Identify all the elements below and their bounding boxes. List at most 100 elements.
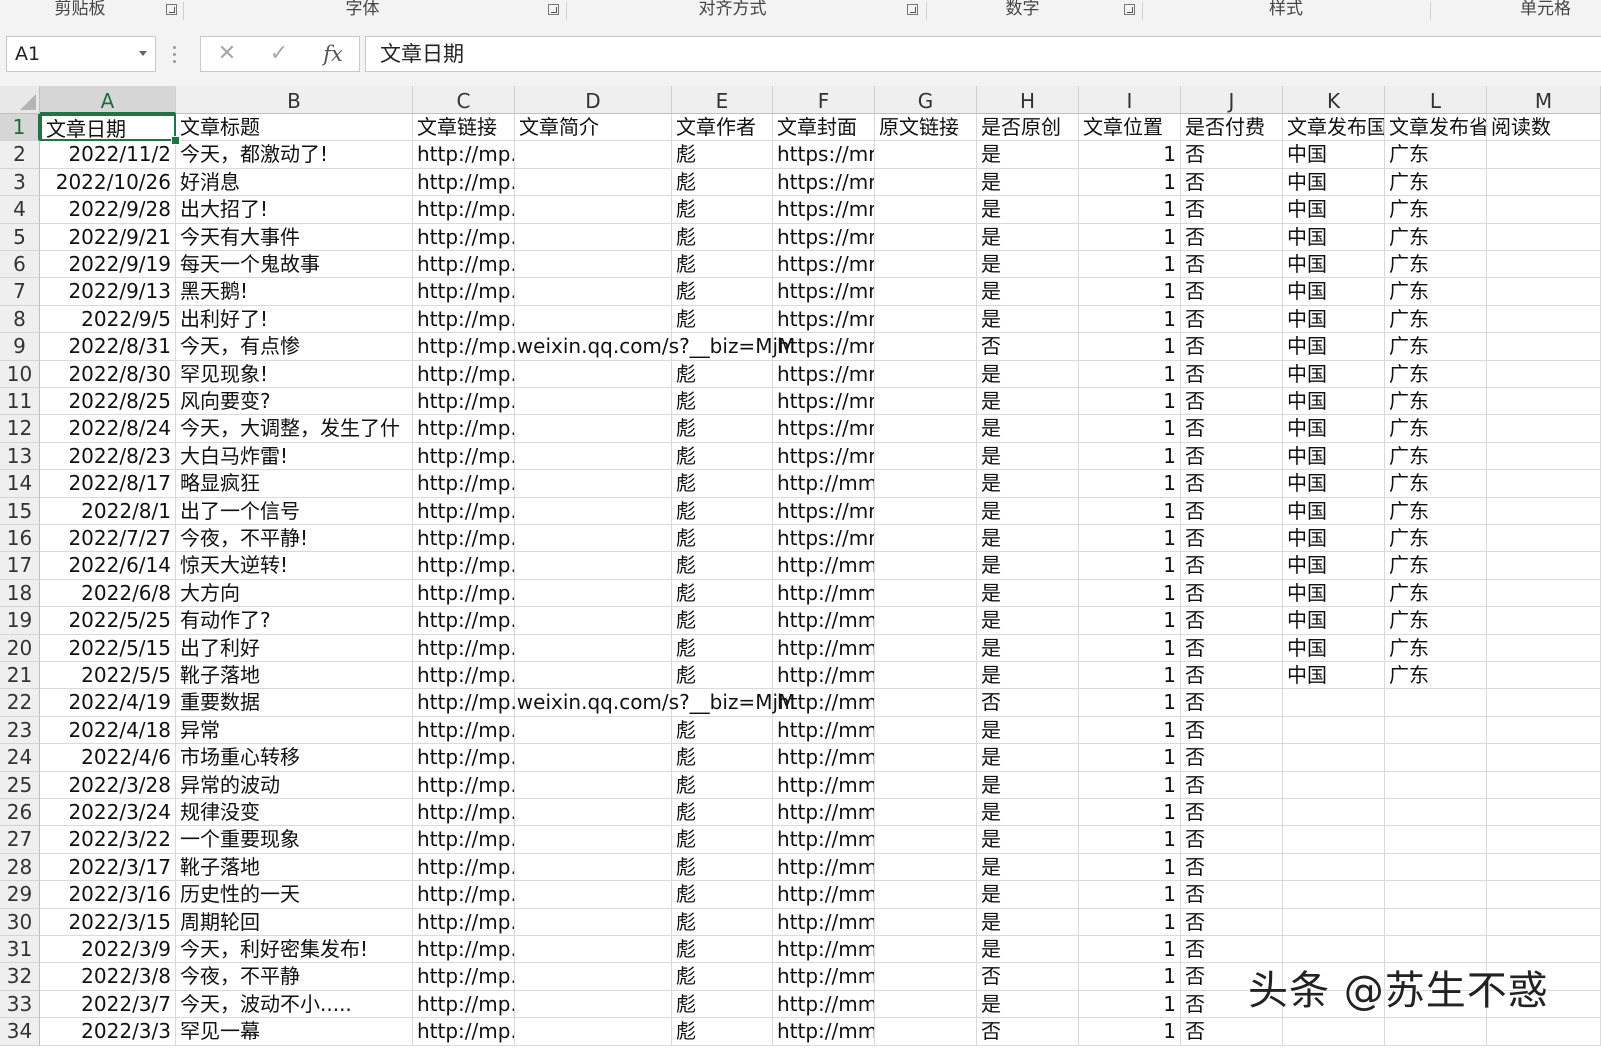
cell-b5[interactable]: 今天有大事件: [176, 223, 413, 251]
row-header-12[interactable]: 12: [0, 415, 40, 443]
cell-e29[interactable]: 彪: [672, 881, 773, 909]
cell-l21[interactable]: 广东: [1385, 662, 1487, 690]
cell-h2[interactable]: 是: [977, 141, 1079, 169]
cell-i5[interactable]: 1: [1079, 223, 1181, 251]
cell-a8[interactable]: 2022/9/5: [40, 305, 176, 334]
cell-b21[interactable]: 靴子落地: [176, 662, 413, 690]
cell-b22[interactable]: 重要数据: [176, 689, 413, 717]
cell-f33[interactable]: http://mmbiz.qpic.cn/: [773, 990, 875, 1019]
cell-i13[interactable]: 1: [1079, 442, 1181, 471]
cell-d19[interactable]: [515, 607, 672, 635]
cell-h23[interactable]: 是: [977, 716, 1079, 745]
cell-f18[interactable]: http://mmbiz.qpic.cn/: [773, 579, 875, 608]
cell-g12[interactable]: [875, 415, 977, 443]
cell-l26[interactable]: [1385, 799, 1487, 827]
formula-input[interactable]: 文章日期: [365, 36, 1601, 72]
cell-f29[interactable]: http://mmbiz.qpic.cn/: [773, 881, 875, 909]
cell-h28[interactable]: 是: [977, 853, 1079, 882]
cell-a19[interactable]: 2022/5/25: [40, 607, 176, 635]
cell-k23[interactable]: [1283, 716, 1385, 745]
cell-h11[interactable]: 是: [977, 388, 1079, 416]
row-header-20[interactable]: 20: [0, 634, 40, 662]
cell-h17[interactable]: 是: [977, 552, 1079, 580]
cell-b11[interactable]: 风向要变?: [176, 388, 413, 416]
cell-h24[interactable]: 是: [977, 744, 1079, 772]
cell-b6[interactable]: 每天一个鬼故事: [176, 251, 413, 279]
cell-g5[interactable]: [875, 223, 977, 251]
cell-j14[interactable]: 否: [1181, 470, 1283, 498]
cell-h6[interactable]: 是: [977, 251, 1079, 279]
fill-handle[interactable]: [171, 136, 180, 146]
cell-b23[interactable]: 异常: [176, 716, 413, 745]
cell-g14[interactable]: [875, 470, 977, 498]
cell-a32[interactable]: 2022/3/8: [40, 963, 176, 991]
cell-i23[interactable]: 1: [1079, 716, 1181, 745]
cell-e26[interactable]: 彪: [672, 799, 773, 827]
cell-i19[interactable]: 1: [1079, 607, 1181, 635]
cell-f27[interactable]: http://mmbiz.qpic.cn/: [773, 826, 875, 854]
row-header-34[interactable]: 34: [0, 1018, 40, 1046]
cell-l7[interactable]: 广东: [1385, 278, 1487, 306]
cell-b9[interactable]: 今天，有点惨: [176, 333, 413, 361]
cell-k13[interactable]: 中国: [1283, 442, 1385, 471]
cell-a26[interactable]: 2022/3/24: [40, 799, 176, 827]
cell-e1[interactable]: 文章作者: [672, 114, 773, 142]
cell-d23[interactable]: [515, 716, 672, 745]
cell-l9[interactable]: 广东: [1385, 333, 1487, 361]
cell-j34[interactable]: 否: [1181, 1018, 1283, 1046]
cell-c32[interactable]: http://mp.weixin.qq.com/s?: [413, 963, 515, 991]
cell-i7[interactable]: 1: [1079, 278, 1181, 306]
cell-i16[interactable]: 1: [1079, 525, 1181, 553]
cell-i30[interactable]: 1: [1079, 908, 1181, 936]
cell-j5[interactable]: 否: [1181, 223, 1283, 251]
cell-j12[interactable]: 否: [1181, 415, 1283, 443]
cell-g3[interactable]: [875, 168, 977, 197]
cell-a29[interactable]: 2022/3/16: [40, 881, 176, 909]
cell-e32[interactable]: 彪: [672, 963, 773, 991]
cell-m20[interactable]: [1487, 634, 1601, 662]
cell-m3[interactable]: [1487, 168, 1601, 197]
cell-l1[interactable]: 文章发布省: [1385, 114, 1487, 142]
insert-function-icon[interactable]: fx: [313, 37, 353, 71]
cell-l22[interactable]: [1385, 689, 1487, 717]
cell-h20[interactable]: 是: [977, 634, 1079, 662]
cell-i6[interactable]: 1: [1079, 251, 1181, 279]
row-header-7[interactable]: 7: [0, 278, 40, 306]
cell-e12[interactable]: 彪: [672, 415, 773, 443]
cell-e7[interactable]: 彪: [672, 278, 773, 306]
cell-d3[interactable]: [515, 168, 672, 197]
cell-c22[interactable]: http://mp.weixin.qq.com/s?__biz=MjM: [413, 689, 795, 717]
cell-f21[interactable]: http://mmbiz.qpic.cn/: [773, 662, 875, 690]
cell-m7[interactable]: [1487, 278, 1601, 306]
cell-f12[interactable]: https://mmbiz.qpic.cn: [773, 415, 875, 443]
cell-c25[interactable]: http://mp.weixin.qq.com/s?: [413, 771, 515, 799]
cell-a33[interactable]: 2022/3/7: [40, 990, 176, 1019]
cell-e25[interactable]: 彪: [672, 771, 773, 799]
cell-f30[interactable]: http://mmbiz.qpic.cn/: [773, 908, 875, 936]
row-header-26[interactable]: 26: [0, 799, 40, 827]
cell-j17[interactable]: 否: [1181, 552, 1283, 580]
cell-a16[interactable]: 2022/7/27: [40, 525, 176, 553]
cell-g21[interactable]: [875, 662, 977, 690]
cell-g19[interactable]: [875, 607, 977, 635]
cell-m34[interactable]: [1487, 1018, 1601, 1046]
cell-c15[interactable]: http://mp.weixin.qq.com/s?: [413, 497, 515, 525]
cell-a1[interactable]: 文章日期: [40, 114, 176, 142]
cell-j24[interactable]: 否: [1181, 744, 1283, 772]
cell-b25[interactable]: 异常的波动: [176, 771, 413, 799]
cell-m24[interactable]: [1487, 744, 1601, 772]
cell-i4[interactable]: 1: [1079, 196, 1181, 224]
cell-c13[interactable]: http://mp.weixin.qq.com/s?: [413, 442, 515, 471]
cell-i10[interactable]: 1: [1079, 360, 1181, 388]
cell-d6[interactable]: [515, 251, 672, 279]
cell-j18[interactable]: 否: [1181, 579, 1283, 608]
cell-i2[interactable]: 1: [1079, 141, 1181, 169]
cell-c19[interactable]: http://mp.weixin.qq.com/s?: [413, 607, 515, 635]
cell-e11[interactable]: 彪: [672, 388, 773, 416]
cell-h30[interactable]: 是: [977, 908, 1079, 936]
cell-m16[interactable]: [1487, 525, 1601, 553]
cell-c21[interactable]: http://mp.weixin.qq.com/s?: [413, 662, 515, 690]
cell-l29[interactable]: [1385, 881, 1487, 909]
cell-d31[interactable]: [515, 936, 672, 964]
row-header-10[interactable]: 10: [0, 360, 40, 388]
